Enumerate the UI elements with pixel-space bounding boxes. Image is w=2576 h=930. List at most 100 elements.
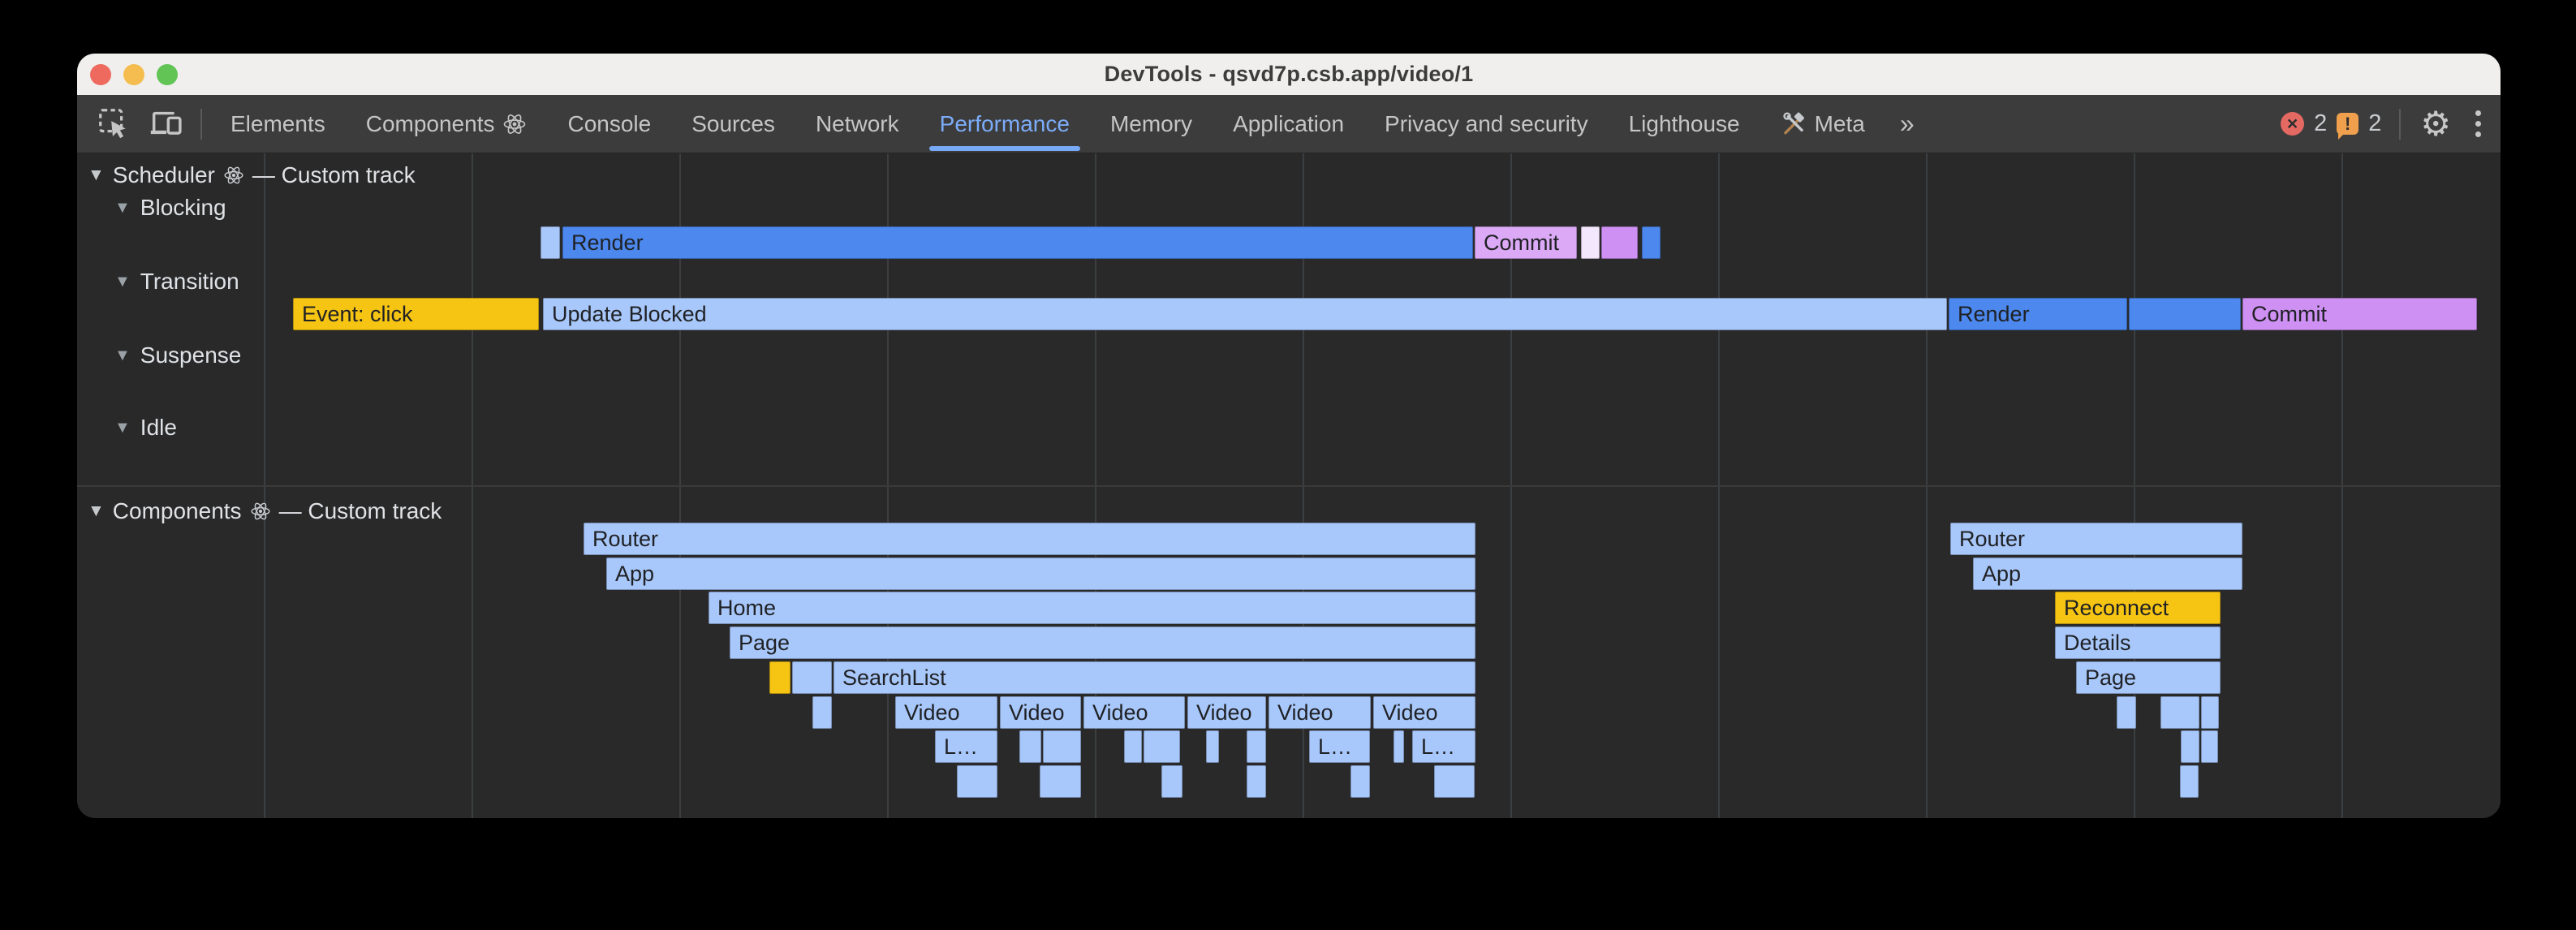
inspect-icon[interactable] [88,95,140,153]
flame-bar-l[interactable]: L… [935,730,997,763]
flame-bar[interactable] [812,696,832,729]
error-badge-icon[interactable]: × [2281,112,2304,136]
more-tabs-button[interactable]: » [1885,109,1929,139]
flame-bar[interactable] [1043,730,1081,763]
tab-components[interactable]: Components [346,95,548,153]
track-separator [77,485,2501,487]
track-name: Components [113,498,242,524]
flame-bar[interactable] [541,226,560,259]
flame-bar[interactable] [1040,765,1081,798]
flame-bar-video[interactable]: Video [1373,696,1475,729]
flame-bar[interactable] [1124,730,1142,763]
flame-bar[interactable] [2201,730,2218,763]
flame-bar[interactable] [2160,696,2199,729]
flame-bar[interactable] [957,765,997,798]
lane-label-blocking[interactable]: ▼ Blocking [114,195,226,221]
flame-bar-render[interactable]: Render [562,226,1473,259]
flame-bar-commit[interactable]: Commit [2242,298,2477,330]
flame-bar-page[interactable]: Page [2076,661,2221,694]
flame-bar-l[interactable]: L… [1309,730,1370,763]
flame-bar[interactable] [792,661,832,694]
flame-bar[interactable] [1144,730,1180,763]
tab-label: Console [567,111,651,137]
tab-sources[interactable]: Sources [671,95,795,153]
warning-badge-icon[interactable]: ! [2337,113,2358,135]
issue-badges: × 2 ! 2 [2281,110,2381,137]
flame-bar-video[interactable]: Video [1269,696,1371,729]
flame-bar[interactable] [1394,730,1404,763]
gear-icon[interactable]: ⚙ [2409,107,2462,141]
tab-label: Lighthouse [1629,111,1740,137]
flame-bar-video[interactable]: Video [1000,696,1081,729]
track-header-scheduler[interactable]: ▼ Scheduler — Custom track [88,162,416,188]
performance-timeline[interactable]: ▼ Scheduler — Custom track ▼ Blocking ▼ Tr… [77,153,2501,818]
zoom-window-button[interactable] [157,64,178,85]
tab-lighthouse[interactable]: Lighthouse [1609,95,1760,153]
flame-bar-searchlist[interactable]: SearchList [834,661,1475,694]
close-window-button[interactable] [90,64,111,85]
flame-bar[interactable] [2129,298,2241,330]
flame-bar-reconnect[interactable]: Reconnect [2055,592,2221,624]
flame-bar[interactable] [1581,226,1600,259]
flame-bar-video[interactable]: Video [1083,696,1185,729]
flame-bar-video[interactable]: Video [1187,696,1266,729]
flame-bar-video[interactable]: Video [895,696,997,729]
collapse-triangle-icon[interactable]: ▼ [114,199,131,217]
flame-bar-router[interactable]: Router [584,523,1475,555]
toolbar-divider [2399,109,2401,140]
tab-elements[interactable]: Elements [210,95,346,153]
collapse-triangle-icon[interactable]: ▼ [114,419,131,437]
flame-bar[interactable] [1247,730,1266,763]
tools-icon [1781,111,1807,137]
flame-bar[interactable] [1161,765,1182,798]
collapse-triangle-icon[interactable]: ▼ [114,273,131,291]
flame-bar[interactable] [769,661,790,694]
flame-bar-update-blocked[interactable]: Update Blocked [543,298,1947,330]
flame-bar[interactable] [1350,765,1370,798]
tab-memory[interactable]: Memory [1090,95,1213,153]
tab-network[interactable]: Network [795,95,920,153]
flame-bar[interactable] [1247,765,1266,798]
flame-bar-details[interactable]: Details [2055,626,2221,659]
collapse-triangle-icon[interactable]: ▼ [88,166,105,185]
lane-label-suspense[interactable]: ▼ Suspense [114,342,241,368]
title-bar: DevTools - qsvd7p.csb.app/video/1 [77,54,2501,95]
tab-label: Meta [1815,111,1865,137]
flame-bar-render[interactable]: Render [1949,298,2127,330]
tab-label: Components [366,111,495,137]
tab-privacy[interactable]: Privacy and security [1364,95,1609,153]
atom-icon [223,165,244,186]
flame-bar-commit[interactable]: Commit [1475,226,1577,259]
collapse-triangle-icon[interactable]: ▼ [114,347,131,365]
flame-bar-home[interactable]: Home [709,592,1475,624]
flame-bar-app[interactable]: App [606,558,1475,590]
tab-label: Application [1233,111,1344,137]
flame-bar-router[interactable]: Router [1950,523,2242,555]
flame-bar[interactable] [1601,226,1638,259]
flame-bar-page[interactable]: Page [730,626,1475,659]
tab-application[interactable]: Application [1213,95,1364,153]
tab-console[interactable]: Console [547,95,671,153]
flame-bar[interactable] [1642,226,1661,259]
flame-bar[interactable] [2180,765,2199,798]
tab-meta[interactable]: Meta [1760,95,1885,153]
flame-bar[interactable] [2201,696,2219,729]
lane-label-transition[interactable]: ▼ Transition [114,269,239,295]
error-count: 2 [2314,110,2327,137]
flame-bar[interactable] [1206,730,1219,763]
track-header-components[interactable]: ▼ Components — Custom track [88,498,442,524]
kebab-menu-icon[interactable] [2462,110,2494,137]
flame-bar-l[interactable]: L… [1412,730,1475,763]
device-toolbar-icon[interactable] [140,95,192,153]
flame-bar-event-click[interactable]: Event: click [293,298,539,330]
flame-bar[interactable] [2181,730,2199,763]
tab-performance[interactable]: Performance [920,95,1090,153]
flame-bar[interactable] [1434,765,1475,798]
collapse-triangle-icon[interactable]: ▼ [88,502,105,521]
lane-label-idle[interactable]: ▼ Idle [114,415,177,441]
flame-bar[interactable] [1019,730,1041,763]
flame-bar-app[interactable]: App [1973,558,2242,590]
panel-tabs: Elements Components Console SourcesNetwork… [210,95,1885,153]
flame-bar[interactable] [2117,696,2136,729]
minimize-window-button[interactable] [123,64,144,85]
